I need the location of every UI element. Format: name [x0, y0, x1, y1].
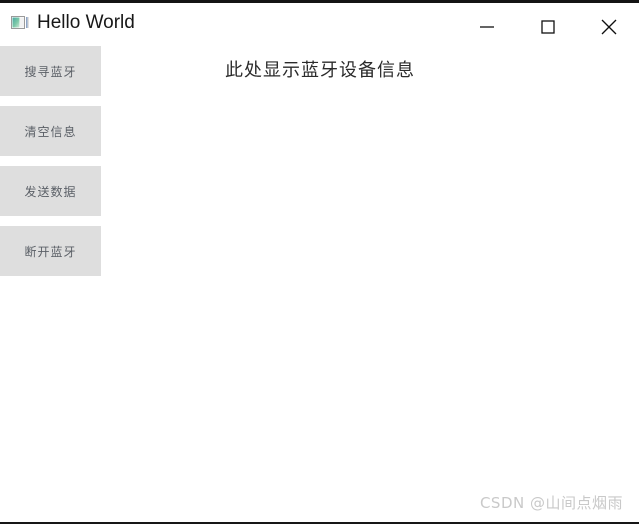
application-window: Hello World 搜寻蓝牙 清空信息 发送数据 断开蓝牙 此处显示蓝牙设备… — [0, 0, 639, 527]
close-button[interactable] — [578, 6, 639, 47]
sidebar-button-panel: 搜寻蓝牙 清空信息 发送数据 断开蓝牙 — [0, 46, 101, 286]
app-window-image-icon — [10, 13, 30, 33]
title-bar[interactable]: Hello World — [0, 3, 639, 44]
window-bottom-border — [0, 522, 639, 524]
maximize-button[interactable] — [517, 6, 578, 47]
sidebar-item-send-data[interactable]: 发送数据 — [0, 166, 101, 216]
window-title: Hello World — [37, 12, 135, 33]
minimize-icon — [478, 18, 496, 36]
sidebar-item-disconnect-bluetooth[interactable]: 断开蓝牙 — [0, 226, 101, 276]
close-icon — [599, 17, 619, 37]
minimize-button[interactable] — [456, 6, 517, 47]
sidebar-item-search-bluetooth[interactable]: 搜寻蓝牙 — [0, 46, 101, 96]
window-controls — [456, 6, 639, 47]
sidebar-item-clear-info[interactable]: 清空信息 — [0, 106, 101, 156]
bluetooth-device-info-message: 此处显示蓝牙设备信息 — [225, 60, 415, 81]
maximize-icon — [539, 18, 557, 36]
watermark-label: CSDN @山间点烟雨 — [479, 494, 623, 512]
main-content-area: 此处显示蓝牙设备信息 — [101, 44, 639, 522]
